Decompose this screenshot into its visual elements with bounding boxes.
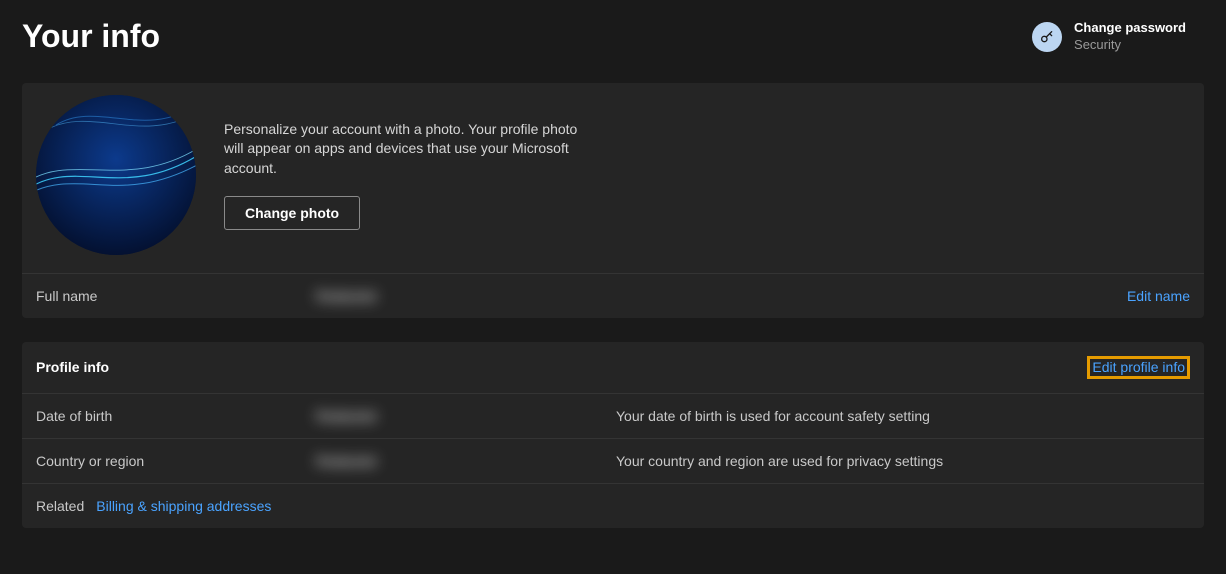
country-label: Country or region [36, 453, 316, 469]
country-help: Your country and region are used for pri… [616, 453, 1190, 469]
related-label: Related [36, 498, 84, 514]
profile-info-title: Profile info [36, 359, 109, 375]
dob-label: Date of birth [36, 408, 316, 424]
profile-info-card: Profile info Edit profile info Date of b… [22, 342, 1204, 528]
dob-help: Your date of birth is used for account s… [616, 408, 1190, 424]
dob-row: Date of birth Redacted Your date of birt… [22, 394, 1204, 439]
change-password-label: Change password [1074, 20, 1186, 37]
change-photo-button[interactable]: Change photo [224, 196, 360, 230]
photo-card: Personalize your account with a photo. Y… [22, 83, 1204, 318]
dob-value: Redacted [316, 408, 616, 424]
country-value: Redacted [316, 453, 616, 469]
change-password-sublabel: Security [1074, 37, 1186, 54]
key-icon [1032, 22, 1062, 52]
country-row: Country or region Redacted Your country … [22, 439, 1204, 484]
edit-profile-info-link[interactable]: Edit profile info [1087, 356, 1190, 379]
billing-shipping-link[interactable]: Billing & shipping addresses [96, 498, 271, 514]
change-password-action[interactable]: Change password Security [1032, 20, 1204, 54]
edit-name-link[interactable]: Edit name [1127, 288, 1190, 304]
photo-description: Personalize your account with a photo. Y… [224, 120, 594, 179]
page-title: Your info [22, 18, 160, 55]
related-row: Related Billing & shipping addresses [22, 484, 1204, 528]
full-name-row: Full name Redacted Edit name [22, 274, 1204, 318]
full-name-label: Full name [36, 288, 316, 304]
avatar [36, 95, 196, 255]
full-name-value: Redacted [316, 288, 616, 304]
